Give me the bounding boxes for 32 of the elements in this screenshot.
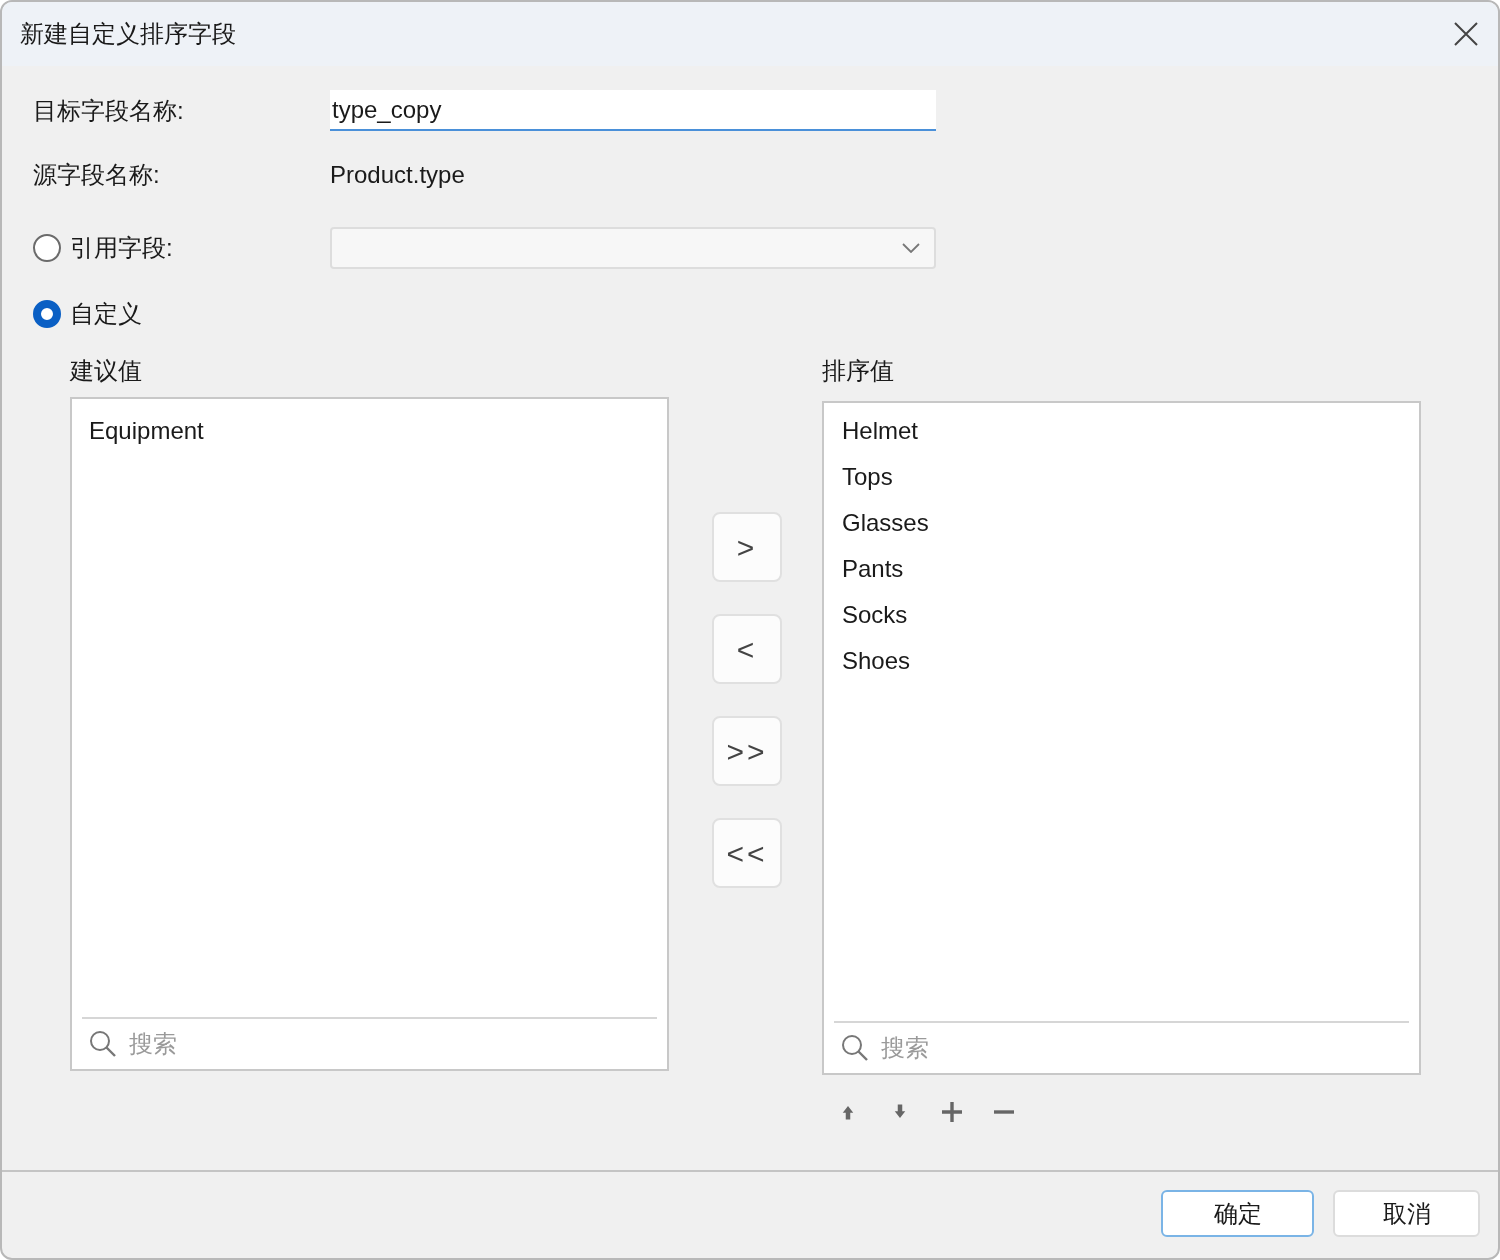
transfer-button[interactable]: >	[712, 512, 782, 582]
radio-button[interactable]	[33, 300, 61, 328]
chevron-down-icon	[902, 243, 920, 253]
list-item[interactable]: Equipment	[89, 408, 667, 454]
transfer-button[interactable]: <	[712, 614, 782, 684]
source-name-value: Product.type	[330, 160, 465, 190]
dialog-button[interactable]: 确定	[1161, 1190, 1314, 1237]
list-item[interactable]: Glasses	[842, 500, 1419, 546]
transfer-button[interactable]: >>	[712, 716, 782, 786]
transfer-button[interactable]: <<	[712, 818, 782, 888]
field-dropdown[interactable]	[330, 227, 936, 269]
list-item[interactable]: Shoes	[842, 638, 1419, 684]
list-item[interactable]: Helmet	[842, 408, 1419, 454]
list-item[interactable]: Pants	[842, 546, 1419, 592]
list-box[interactable]: Equipment 搜索	[70, 397, 669, 1071]
list-title: 建议值	[70, 356, 142, 386]
list-title: 排序值	[822, 356, 894, 386]
list-box[interactable]: Helmet Tops Glasses Pants Socks Shoes 搜索	[822, 401, 1421, 1075]
radio-label: 自定义	[70, 299, 142, 329]
window-title: 新建自定义排序字段	[20, 19, 236, 49]
search-icon	[841, 1034, 869, 1062]
plus-icon[interactable]	[940, 1100, 964, 1124]
field-label: 源字段名称:	[33, 160, 161, 190]
radio-label: 引用字段:	[70, 233, 173, 263]
radio-button[interactable]	[33, 234, 61, 262]
list-item[interactable]: Tops	[842, 454, 1419, 500]
search-icon	[89, 1030, 117, 1058]
target-name-input[interactable]: type_copy	[330, 90, 936, 131]
dialog-button[interactable]: 取消	[1333, 1190, 1480, 1237]
list-item[interactable]: Socks	[842, 592, 1419, 638]
close-icon[interactable]	[1454, 22, 1478, 46]
field-label: 目标字段名称:	[33, 95, 185, 126]
